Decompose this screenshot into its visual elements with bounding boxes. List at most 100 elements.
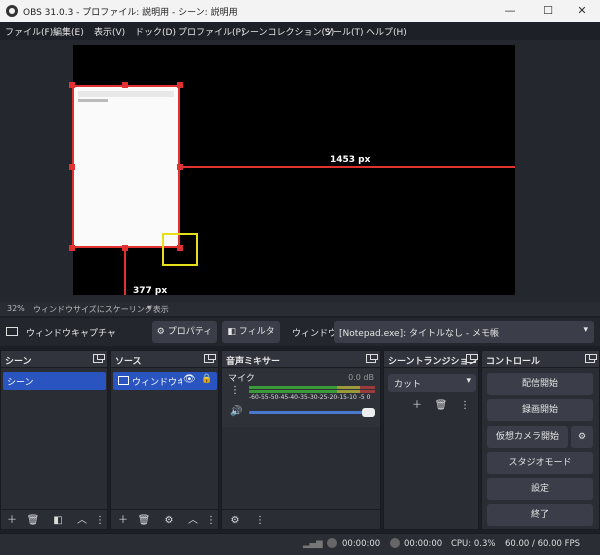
mixer-channel: マイク 0.0 dB ⋮ -60-55-50-45-40-35-30-25-20…	[222, 369, 380, 427]
menu-file[interactable]: ファイル(F)	[5, 25, 53, 38]
menu-view[interactable]: 表示(V)	[94, 25, 125, 38]
minimize-button[interactable]: —	[492, 0, 528, 22]
resize-handle-tr[interactable]	[177, 82, 183, 88]
preview-area[interactable]: 1453 px 377 px	[0, 40, 600, 302]
record-time: 00:00:00	[404, 539, 443, 549]
chevron-up-icon[interactable]: ︿	[186, 514, 200, 527]
studio-mode-button[interactable]: スタジオモード	[487, 452, 593, 474]
window-select-value: [Notepad.exe]: タイトルなし - メモ帳	[339, 329, 499, 339]
gear-icon: ⚙	[156, 327, 165, 337]
source-item-label: ウィンドウキャ	[132, 378, 182, 388]
channel-db: 0.0 dB	[348, 373, 374, 382]
scene-transitions-dock: シーントランジション カット ▾ ＋ 🗑 ⋮	[383, 350, 479, 530]
gear-icon[interactable]: ⚙	[162, 514, 176, 527]
speaker-icon[interactable]: 🔊	[230, 406, 242, 417]
mixer-dock-footer: ⚙ ⋮	[222, 509, 380, 529]
window-capture-source[interactable]	[72, 85, 180, 248]
preview-status-strip: 32% ウィンドウサイズにスケーリング表示 ▾	[0, 302, 600, 316]
eye-icon[interactable]: 👁	[183, 374, 196, 385]
maximize-button[interactable]: ☐	[530, 0, 566, 22]
resize-handle-bl[interactable]	[69, 245, 75, 251]
record-status-icon	[390, 538, 400, 548]
source-toolbar: ウィンドウキャプチャ ⚙ プロパティ ◧ フィルタ ウィンドウ [Notepad…	[0, 318, 600, 346]
height-guide-line	[124, 248, 126, 295]
filters-button[interactable]: ◧ フィルタ	[222, 321, 280, 343]
notepad-menu	[78, 99, 108, 102]
resize-handle-l[interactable]	[69, 164, 75, 170]
more-icon[interactable]: ⋮	[253, 514, 267, 527]
transition-value: カット	[394, 380, 422, 390]
more-icon[interactable]: ⋮	[204, 514, 218, 527]
settings-button[interactable]: 設定	[487, 478, 593, 500]
sources-dock: ソース ウィンドウキャ 👁 🔒 ＋ 🗑 ⚙ ︿ ⋮	[110, 350, 219, 530]
undock-icon[interactable]	[366, 354, 378, 363]
status-bar: ▂▄▆ 00:00:00 00:00:00 CPU: 0.3% 60.00 / …	[0, 533, 600, 555]
audio-mixer-dock: 音声ミキサー マイク 0.0 dB ⋮ -60-55-50-45-40-35-3…	[221, 350, 381, 530]
start-recording-button[interactable]: 録画開始	[487, 399, 593, 421]
more-icon[interactable]: ⋮	[458, 399, 472, 412]
menu-dock[interactable]: ドック(D)	[135, 25, 176, 38]
stream-status-icon	[327, 538, 337, 548]
controls-dock-title: コントロール	[486, 357, 541, 367]
window-label: ウィンドウ	[292, 329, 338, 339]
more-icon[interactable]: ⋮	[93, 514, 107, 527]
window-title: OBS 31.0.3 - プロファイル: 説明用 - シーン: 説明用	[23, 8, 238, 18]
undock-icon[interactable]	[93, 354, 105, 363]
lock-icon[interactable]: 🔒	[201, 374, 212, 384]
chevron-up-icon[interactable]: ︿	[75, 514, 89, 527]
signal-icon: ▂▄▆	[303, 539, 323, 549]
volume-meter: -60-55-50-45-40-35-30-25-20-15-10 -5 0	[249, 386, 375, 401]
chevron-down-icon: ▾	[583, 325, 588, 335]
start-virtual-camera-button[interactable]: 仮想カメラ開始	[487, 426, 568, 448]
highlight-box	[162, 233, 198, 266]
width-measurement: 1453 px	[330, 155, 371, 165]
trash-icon[interactable]: 🗑	[137, 514, 151, 527]
window-select[interactable]: [Notepad.exe]: タイトルなし - メモ帳 ▾	[334, 321, 594, 343]
undock-icon[interactable]	[585, 354, 597, 363]
properties-button[interactable]: ⚙ プロパティ	[152, 321, 217, 343]
channel-name: マイク	[228, 374, 255, 384]
gear-icon[interactable]: ⚙	[571, 426, 593, 448]
sources-dock-header: ソース	[111, 351, 218, 368]
add-icon[interactable]: ＋	[5, 514, 19, 527]
resize-handle-t[interactable]	[122, 82, 128, 88]
width-guide-line	[180, 166, 515, 168]
sources-dock-title: ソース	[115, 357, 142, 367]
close-button[interactable]: ✕	[564, 0, 600, 22]
source-list-item[interactable]: ウィンドウキャ 👁 🔒	[113, 372, 217, 390]
window-capture-icon	[118, 376, 129, 385]
filter-icon[interactable]: ◧	[51, 514, 65, 527]
height-measurement: 377 px	[133, 286, 168, 296]
filter-icon: ◧	[227, 327, 236, 337]
gear-icon[interactable]: ⚙	[228, 514, 242, 527]
undock-icon[interactable]	[466, 354, 478, 363]
scene-list-item[interactable]: シーン	[3, 372, 106, 390]
transition-select[interactable]: カット ▾	[388, 374, 476, 392]
notepad-tabbar	[78, 91, 174, 97]
obs-logo-icon	[6, 5, 18, 17]
menu-profile[interactable]: プロファイル(P)	[178, 25, 244, 38]
transitions-dock-title: シーントランジション	[388, 357, 478, 367]
zoom-level: 32%	[7, 304, 25, 313]
volume-slider[interactable]	[249, 411, 369, 414]
undock-icon[interactable]	[204, 354, 216, 363]
resize-handle-tl[interactable]	[69, 82, 75, 88]
title-bar: OBS 31.0.3 - プロファイル: 説明用 - シーン: 説明用 — ☐ …	[0, 0, 600, 22]
start-streaming-button[interactable]: 配信開始	[487, 373, 593, 395]
menu-edit[interactable]: 編集(E)	[53, 25, 84, 38]
menu-tools[interactable]: ツール(T)	[324, 25, 364, 38]
volume-slider-thumb[interactable]	[362, 408, 375, 417]
scenes-dock-footer: ＋ 🗑 ◧ ︿ ⋮	[1, 509, 107, 529]
exit-button[interactable]: 終了	[487, 504, 593, 526]
fps-readout: 60.00 / 60.00 FPS	[505, 539, 581, 549]
cpu-usage: CPU: 0.3%	[451, 539, 496, 549]
controls-dock-header: コントロール	[482, 351, 599, 368]
add-icon[interactable]: ＋	[116, 514, 130, 527]
add-icon[interactable]: ＋	[410, 399, 424, 412]
scaling-dropdown-icon[interactable]: ▾	[147, 303, 151, 312]
menu-help[interactable]: ヘルプ(H)	[366, 25, 407, 38]
trash-icon[interactable]: 🗑	[434, 399, 448, 412]
trash-icon[interactable]: 🗑	[26, 514, 40, 527]
more-icon[interactable]: ⋮	[230, 385, 240, 396]
menu-scene-collection[interactable]: シーンコレクション(S)	[241, 25, 334, 38]
